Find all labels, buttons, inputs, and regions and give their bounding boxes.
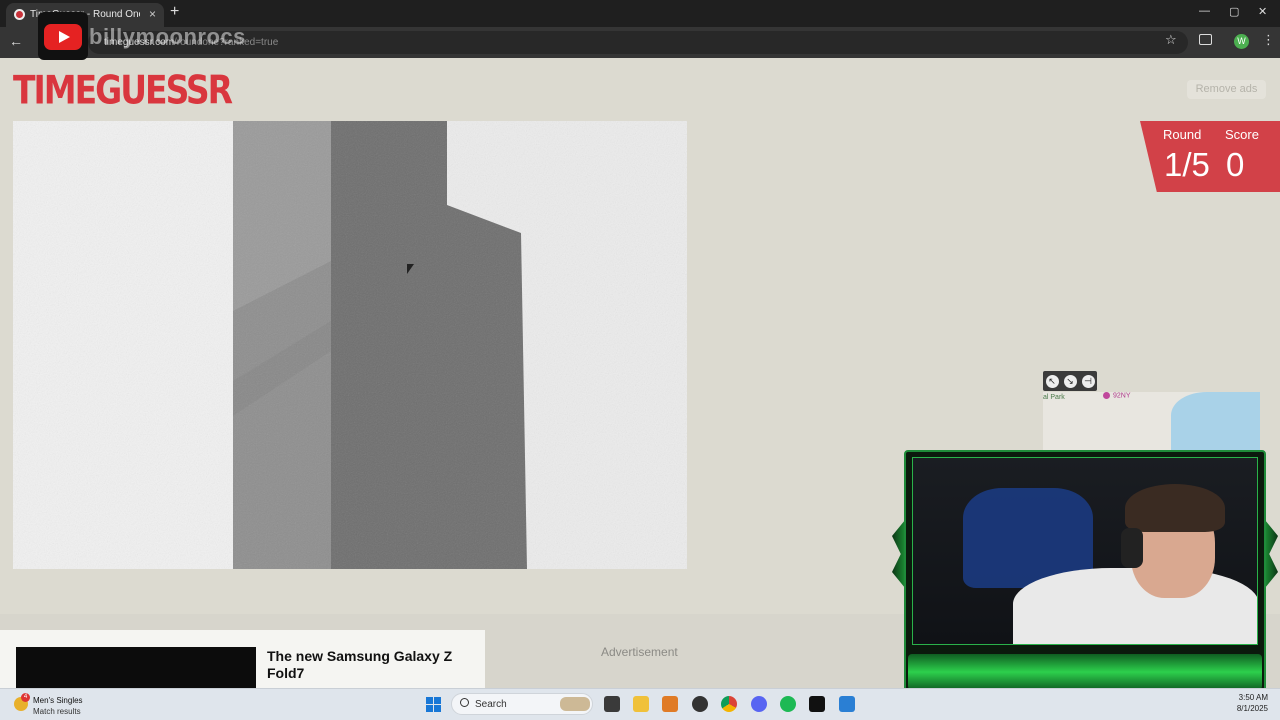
browser-menu-icon[interactable]: ⋮	[1262, 32, 1275, 48]
ad-thumbnail[interactable]	[16, 647, 256, 688]
map-controls: ↖ ↘ ⊣	[1043, 371, 1097, 391]
task-view-icon[interactable]	[604, 696, 620, 712]
url-field[interactable]: timeguessr.com/roundone?ranked=true	[88, 31, 1188, 54]
map-expand-icon[interactable]: ↖	[1045, 374, 1059, 388]
notification-badge: 4	[21, 693, 30, 702]
webcam-overlay	[892, 449, 1278, 695]
capcut-icon[interactable]	[809, 696, 825, 712]
round-photo	[13, 121, 687, 569]
headset	[1121, 528, 1143, 568]
map-shrink-icon[interactable]: ↘	[1063, 374, 1077, 388]
mouse-cursor-icon	[407, 264, 414, 274]
youtube-overlay	[38, 12, 88, 60]
extensions-icon[interactable]	[1199, 34, 1212, 45]
minimize-icon[interactable]: —	[1199, 5, 1210, 17]
map-poi-label: 92NY	[1103, 392, 1131, 399]
webcam-video	[912, 457, 1258, 645]
close-window-icon[interactable]: ✕	[1258, 5, 1267, 18]
map-water	[1171, 392, 1260, 450]
widget-subtitle: Match results	[33, 707, 81, 716]
ad-card[interactable]: The new Samsung Galaxy Z Fold7	[0, 630, 485, 688]
windows-start-icon[interactable]	[426, 697, 441, 712]
ad-headline[interactable]: The new Samsung Galaxy Z Fold7	[267, 648, 467, 682]
file-explorer-icon[interactable]	[633, 696, 649, 712]
taskbar-search[interactable]: Search	[451, 693, 593, 715]
search-placeholder: Search	[475, 699, 507, 710]
round-label: Round	[1163, 127, 1202, 142]
obs-icon[interactable]	[692, 696, 708, 712]
photos-icon[interactable]	[839, 696, 855, 712]
score-value: 0	[1226, 146, 1245, 183]
back-arrow-icon[interactable]: ←	[9, 33, 23, 49]
score-label: Score	[1225, 127, 1259, 142]
app-icon[interactable]	[662, 696, 678, 712]
browser-tab-bar: TimeGuessr - Round One × + — ▢ ✕	[0, 0, 1280, 27]
profile-avatar[interactable]: W	[1234, 34, 1249, 49]
remove-ads-button[interactable]: Remove ads	[1187, 80, 1266, 99]
timeguessr-logo[interactable]: TIMEGUESSR	[13, 67, 233, 113]
spotify-icon[interactable]	[780, 696, 796, 712]
advertisement-label: Advertisement	[601, 645, 678, 659]
youtube-logo-icon	[44, 24, 82, 50]
clock-time: 3:50 AM	[1238, 693, 1268, 702]
streamer-hair	[1125, 484, 1225, 532]
new-tab-button[interactable]: +	[170, 3, 179, 21]
guess-map[interactable]: al Park 92NY	[1043, 392, 1260, 450]
search-icon	[460, 698, 469, 707]
channel-name: billymoonrocs	[89, 24, 246, 49]
search-highlight-icon	[560, 697, 590, 711]
timeguessr-favicon-icon	[14, 9, 25, 20]
round-value: 1/5	[1164, 146, 1210, 183]
discord-icon[interactable]	[751, 696, 767, 712]
bookmark-star-icon[interactable]: ☆	[1165, 32, 1177, 48]
system-clock[interactable]: 3:50 AM 8/1/2025	[1237, 692, 1268, 714]
chrome-icon[interactable]	[721, 696, 737, 712]
tab-close-icon[interactable]: ×	[149, 7, 156, 21]
map-pin-icon[interactable]: ⊣	[1081, 374, 1095, 388]
map-park-label: al Park	[1043, 394, 1065, 401]
frame-bottom-bar	[908, 654, 1262, 690]
clock-date: 8/1/2025	[1236, 704, 1268, 713]
widget-title: Men's Singles	[33, 696, 83, 705]
maximize-icon[interactable]: ▢	[1229, 5, 1239, 18]
score-panel: Round Score 1/5 0	[1140, 121, 1280, 192]
building-photo-image	[13, 121, 687, 569]
